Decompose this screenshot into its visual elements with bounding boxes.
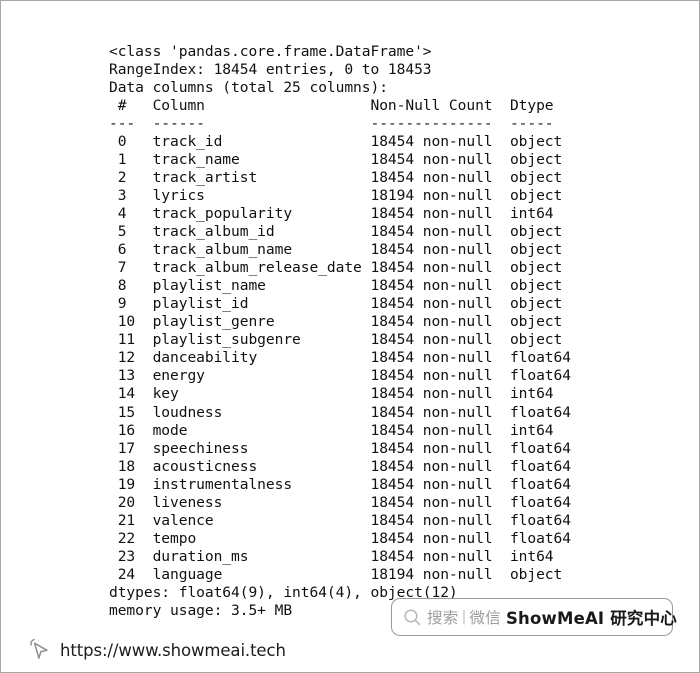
console-line: <class 'pandas.core.frame.DataFrame'> <box>109 42 432 60</box>
dataframe-info-output: <class 'pandas.core.frame.DataFrame'> Ran… <box>109 43 571 621</box>
console-line: RangeIndex: 18454 entries, 0 to 18453 <box>109 60 432 78</box>
console-line: 17 speechiness 18454 non-null float64 <box>109 439 571 457</box>
console-line: 18 acousticness 18454 non-null float64 <box>109 457 571 475</box>
console-line: 21 valence 18454 non-null float64 <box>109 511 571 529</box>
watermark-channel-label: 微信 <box>469 609 501 627</box>
console-line: 0 track_id 18454 non-null object <box>109 132 563 150</box>
console-line: --- ------ -------------- ----- <box>109 114 554 132</box>
console-line: 1 track_name 18454 non-null object <box>109 150 563 168</box>
console-line: 8 playlist_name 18454 non-null object <box>109 277 563 295</box>
cursor-pointer-icon <box>30 638 48 659</box>
console-line: 16 mode 18454 non-null int64 <box>109 421 554 439</box>
watermark-search-label: 搜索 <box>427 609 459 627</box>
console-line: Data columns (total 25 columns): <box>109 78 388 96</box>
console-line: 19 instrumentalness 18454 non-null float… <box>109 475 571 493</box>
console-line: 6 track_album_name 18454 non-null object <box>109 241 563 259</box>
console-line: 14 key 18454 non-null int64 <box>109 385 554 403</box>
console-line: 13 energy 18454 non-null float64 <box>109 367 571 385</box>
console-line: 4 track_popularity 18454 non-null int64 <box>109 205 554 223</box>
console-line: 2 track_artist 18454 non-null object <box>109 168 563 186</box>
console-line: 22 tempo 18454 non-null float64 <box>109 529 571 547</box>
footer-url-row: https://www.showmeai.tech <box>28 637 286 663</box>
showmeai-url: https://www.showmeai.tech <box>60 640 286 660</box>
console-line: 10 playlist_genre 18454 non-null object <box>109 313 563 331</box>
console-line: 9 playlist_id 18454 non-null object <box>109 295 563 313</box>
console-line: 23 duration_ms 18454 non-null int64 <box>109 547 554 565</box>
console-line: 12 danceability 18454 non-null float64 <box>109 349 571 367</box>
console-line: # Column Non-Null Count Dtype <box>109 96 554 114</box>
search-icon <box>404 608 421 625</box>
console-line: 7 track_album_release_date 18454 non-nul… <box>109 259 563 277</box>
console-line: 20 liveness 18454 non-null float64 <box>109 493 571 511</box>
watermark-brand-label: ShowMeAI 研究中心 <box>505 609 678 628</box>
screenshot-frame: <class 'pandas.core.frame.DataFrame'> Ran… <box>0 0 700 673</box>
console-line: 11 playlist_subgenre 18454 non-null obje… <box>109 331 563 349</box>
console-line: 5 track_album_id 18454 non-null object <box>109 223 563 241</box>
showmeai-watermark-badge: 搜索 | 微信 ShowMeAI 研究中心 <box>391 598 677 636</box>
console-line: 24 language 18194 non-null object <box>109 565 563 583</box>
watermark-divider: | <box>461 609 467 625</box>
console-line: 3 lyrics 18194 non-null object <box>109 186 563 204</box>
console-line: 15 loudness 18454 non-null float64 <box>109 403 571 421</box>
